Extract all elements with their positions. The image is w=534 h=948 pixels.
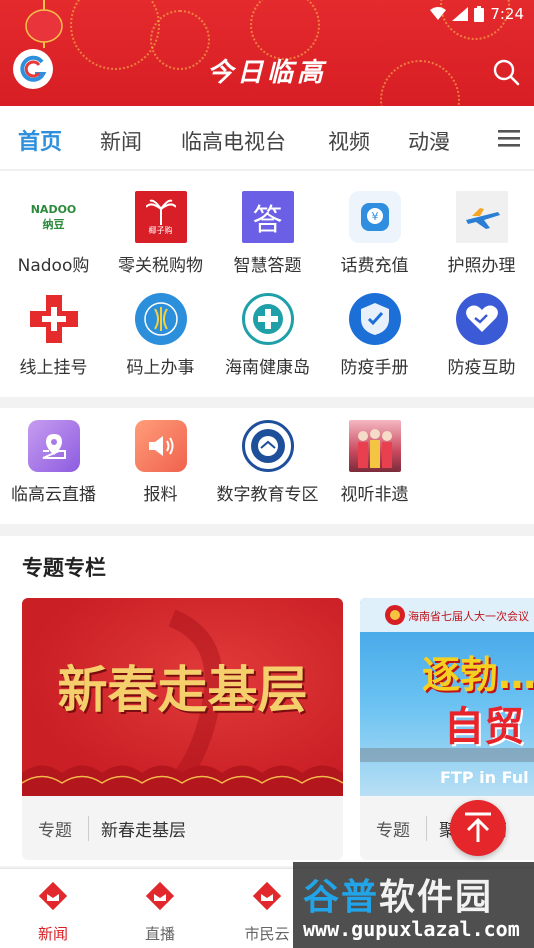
topic-meta: 专题 聚…南两	[360, 796, 534, 860]
palm-tree-icon: 椰子购	[134, 191, 187, 243]
nadoo-logo-icon: NADOO纳豆	[27, 191, 80, 243]
national-emblem-icon	[385, 605, 405, 625]
banner-title: 新春走基层	[57, 660, 308, 719]
channel-tabs: 首页 新闻 临高电视台 视频 动漫	[0, 106, 534, 170]
service-smart-quiz[interactable]: 答 智慧答题	[214, 191, 321, 276]
tab-animation[interactable]: 动漫	[408, 126, 450, 156]
service-report[interactable]: 报料	[107, 420, 214, 505]
tab-lingao-tv[interactable]: 临高电视台	[181, 126, 286, 156]
heritage-photo-icon	[348, 420, 401, 472]
battery-icon	[474, 6, 485, 22]
tab-home[interactable]: 首页	[18, 124, 62, 156]
scroll-top-button[interactable]	[450, 800, 506, 856]
live-nav-icon	[145, 881, 175, 911]
airplane-icon	[455, 191, 508, 243]
topic-banner: 新春走基层	[22, 598, 343, 796]
news-nav-icon	[38, 881, 68, 911]
svg-text:¥: ¥	[371, 210, 378, 223]
speaker-icon	[134, 420, 187, 472]
service-cloud-live[interactable]: 临高云直播	[0, 420, 107, 505]
banner-subtitle: 自贸	[444, 704, 524, 750]
app-title: 今日临高	[206, 58, 327, 88]
hamburger-menu-icon[interactable]	[498, 128, 520, 148]
qr-service-icon	[134, 293, 187, 345]
red-cross-icon	[28, 293, 80, 345]
citizen-cloud-nav-icon	[252, 881, 282, 911]
wifi-icon	[430, 7, 447, 20]
lantern-icon	[25, 0, 63, 48]
banner-header: 海南省七届人大一次会议	[408, 610, 529, 623]
nav-live[interactable]: 直播	[120, 879, 200, 944]
services-grid-secondary: 临高云直播 报料 数字教育专区 视听非遗	[0, 408, 534, 524]
banner-caption: FTP in Ful	[440, 768, 529, 787]
service-passport[interactable]: 护照办理	[428, 191, 534, 276]
service-heritage[interactable]: 视听非遗	[321, 420, 428, 505]
health-island-icon	[241, 293, 294, 345]
tab-video[interactable]: 视频	[328, 126, 370, 156]
service-code-office[interactable]: 码上办事	[107, 293, 214, 378]
shield-icon	[348, 293, 401, 345]
map-pin-icon	[27, 420, 80, 472]
topic-card[interactable]: 新春走基层 专题 新春走基层	[22, 598, 343, 860]
topic-name: 新春走基层	[101, 820, 186, 841]
status-bar: 7:24	[430, 4, 524, 24]
service-duty-free[interactable]: 椰子购 零关税购物	[107, 191, 214, 276]
search-icon[interactable]	[492, 58, 520, 86]
service-digital-education[interactable]: 数字教育专区	[214, 420, 321, 505]
tab-news[interactable]: 新闻	[100, 126, 142, 156]
answer-icon: 答	[241, 191, 294, 243]
watermark: 谷普软件园 www.gupuxlazal.com	[293, 862, 534, 948]
topic-meta: 专题 新春走基层	[22, 796, 343, 860]
service-online-registration[interactable]: 线上挂号	[0, 293, 107, 378]
heart-handshake-icon	[455, 293, 508, 345]
education-emblem-icon	[241, 420, 294, 472]
topic-banner: 海南省七届人大一次会议 逐勃… 自贸 FTP in Ful	[360, 598, 534, 796]
topic-tag: 专题	[360, 815, 427, 841]
topic-card[interactable]: 海南省七届人大一次会议 逐勃… 自贸 FTP in Ful 专题 聚…南两	[360, 598, 534, 860]
service-nadoo[interactable]: NADOO纳豆 Nadoo购	[0, 191, 107, 276]
service-epidemic-manual[interactable]: 防疫手册	[321, 293, 428, 378]
app-header: 7:24 今日临高	[0, 0, 534, 106]
service-phone-recharge[interactable]: ¥ 话费充值	[321, 191, 428, 276]
signal-icon	[452, 7, 469, 21]
banner-title: 逐勃…	[422, 653, 534, 697]
topic-tag: 专题	[22, 815, 89, 841]
section-title: 专题专栏	[22, 556, 106, 580]
service-epidemic-aid[interactable]: 防疫互助	[428, 293, 534, 378]
service-health-island[interactable]: 海南健康岛	[214, 293, 321, 378]
firework-decoration	[250, 0, 320, 60]
services-grid: NADOO纳豆 Nadoo购 椰子购 零关税购物 答 智慧答题 ¥ 话费充值 护…	[0, 171, 534, 397]
status-time: 7:24	[490, 5, 524, 23]
phone-yen-icon: ¥	[348, 191, 401, 243]
arrow-up-icon	[465, 812, 491, 842]
nav-news[interactable]: 新闻	[13, 879, 93, 944]
